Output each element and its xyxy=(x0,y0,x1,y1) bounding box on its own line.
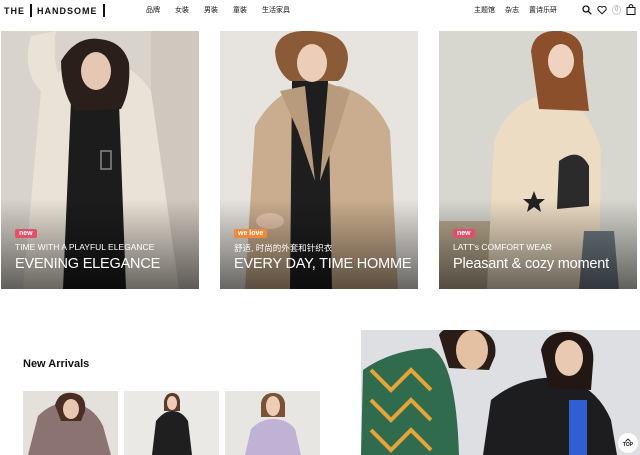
hero-subtitle: LATT's COMFORT WEAR xyxy=(453,242,552,252)
product-thumb[interactable] xyxy=(124,391,219,455)
hero-headline: EVERY DAY, TIME HOMME xyxy=(234,256,412,272)
nav-men[interactable]: 男裝 xyxy=(204,5,218,15)
hero-headline: EVENING ELEGANCE xyxy=(15,256,161,272)
product-image xyxy=(225,391,320,455)
product-thumb[interactable] xyxy=(23,391,118,455)
util-magazine[interactable]: 杂志 xyxy=(505,5,519,15)
logo-divider xyxy=(30,4,32,17)
back-to-top-button[interactable]: TOP xyxy=(617,432,639,454)
nav-women[interactable]: 女裝 xyxy=(175,5,189,15)
search-icon[interactable] xyxy=(582,4,592,15)
logo-the: THE xyxy=(4,5,25,16)
product-image xyxy=(23,391,118,455)
product-thumb[interactable] xyxy=(225,391,320,455)
back-to-top-label: TOP xyxy=(622,442,634,448)
hero-card-time-homme[interactable]: we love 舒适, 时尚的外套和针织衣 EVERY DAY, TIME HO… xyxy=(220,31,418,289)
promo-image xyxy=(361,330,640,455)
logo-divider xyxy=(102,4,105,17)
hero-subtitle: 舒适, 时尚的外套和针织衣 xyxy=(234,243,333,253)
header: THE HANDSOME 品牌 女裝 男裝 童裝 生活家具 主题馆 杂志 置诗乐… xyxy=(0,0,640,22)
promo-banner[interactable] xyxy=(361,330,640,455)
hero-headline: Pleasant & cozy moment xyxy=(453,256,609,272)
heart-icon[interactable] xyxy=(597,5,607,15)
nav-brand[interactable]: 品牌 xyxy=(146,5,160,15)
utility-nav: 主题馆 杂志 置诗乐研 xyxy=(474,5,557,15)
brand-logo[interactable]: THE HANDSOME xyxy=(4,4,110,17)
badge-new: new xyxy=(15,229,37,238)
logo-handsome: HANDSOME xyxy=(37,5,98,16)
badge-we-love: we love xyxy=(234,229,268,238)
badge-new: new xyxy=(453,229,475,238)
hero-card-evening-elegance[interactable]: new TIME WITH A PLAYFUL ELEGANCE EVENING… xyxy=(1,31,199,289)
wishlist-count: 0 xyxy=(612,4,622,15)
nav-kids[interactable]: 童裝 xyxy=(233,5,247,15)
bag-icon[interactable] xyxy=(626,4,636,15)
new-arrivals-title: New Arrivals xyxy=(23,358,90,370)
hero-card-cozy-moment[interactable]: new LATT's COMFORT WEAR Pleasant & cozy … xyxy=(439,31,637,289)
nav-living[interactable]: 生活家具 xyxy=(262,5,290,15)
util-third[interactable]: 置诗乐研 xyxy=(529,5,557,15)
hero-subtitle: TIME WITH A PLAYFUL ELEGANCE xyxy=(15,242,155,252)
util-theme[interactable]: 主题馆 xyxy=(474,5,495,15)
main-nav: 品牌 女裝 男裝 童裝 生活家具 xyxy=(146,5,290,15)
product-image xyxy=(124,391,219,455)
header-icons: 0 0 xyxy=(582,4,640,15)
